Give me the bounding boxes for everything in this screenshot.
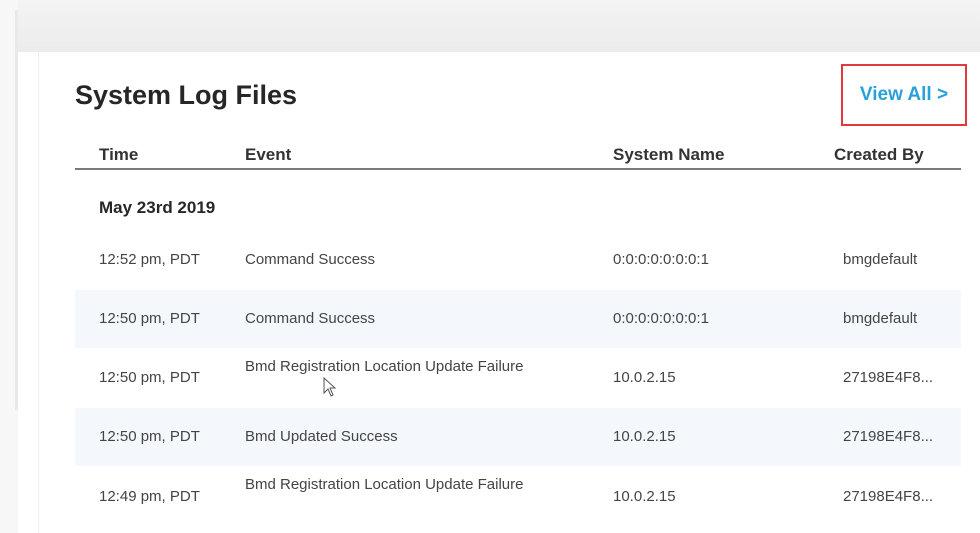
view-all-highlight: View All >: [841, 64, 967, 126]
cell-system-name: 10.0.2.15: [613, 369, 676, 386]
mouse-pointer-icon: [323, 377, 337, 397]
cell-system-name: 10.0.2.15: [613, 488, 676, 505]
cell-system-name: 10.0.2.15: [613, 428, 676, 445]
date-group-label: May 23rd 2019: [99, 198, 216, 217]
view-all-link[interactable]: View All >: [860, 84, 948, 106]
cell-time: 12:49 pm, PDT: [99, 488, 200, 505]
column-header-created-by[interactable]: Created By: [834, 145, 924, 165]
top-band: [18, 0, 980, 52]
cell-created-by: bmgdefault: [843, 310, 918, 327]
cell-event: Command Success: [245, 310, 376, 327]
column-header-event[interactable]: Event: [245, 145, 291, 165]
panel-title: System Log Files: [75, 80, 298, 110]
table-row[interactable]: 12:50 pm, PDT Bmd Updated Success 10.0.2…: [75, 408, 961, 466]
left-edge-strip: [0, 0, 18, 533]
table-row[interactable]: 12:49 pm, PDT Bmd Registration Location …: [75, 466, 961, 528]
cell-time: 12:52 pm, PDT: [99, 251, 200, 268]
column-header-time[interactable]: Time: [99, 145, 138, 165]
cell-created-by: bmgdefault: [843, 251, 918, 268]
cell-time: 12:50 pm, PDT: [99, 310, 200, 327]
table-row[interactable]: 12:52 pm, PDT Command Success 0:0:0:0:0:…: [75, 232, 961, 288]
cell-time: 12:50 pm, PDT: [99, 369, 200, 386]
column-header-system-name[interactable]: System Name: [613, 145, 725, 165]
left-edge-divider: [15, 10, 18, 410]
cell-created-by: 27198E4F8...: [843, 428, 934, 445]
table-row[interactable]: 12:50 pm, PDT Bmd Registration Location …: [75, 348, 961, 408]
cell-event: Command Success: [245, 251, 376, 268]
cell-event: Bmd Registration Location Update Failure: [245, 476, 524, 493]
cell-event: Bmd Registration Location Update Failure: [245, 358, 524, 375]
cell-time: 12:50 pm, PDT: [99, 428, 200, 445]
cell-system-name: 0:0:0:0:0:0:0:1: [613, 310, 709, 327]
table-row[interactable]: 12:50 pm, PDT Command Success 0:0:0:0:0:…: [75, 290, 961, 348]
header-divider: [75, 168, 961, 170]
cell-event: Bmd Updated Success: [245, 428, 398, 445]
cell-created-by: 27198E4F8...: [843, 369, 934, 386]
cell-created-by: 27198E4F8...: [843, 488, 934, 505]
cell-system-name: 0:0:0:0:0:0:0:1: [613, 251, 709, 268]
